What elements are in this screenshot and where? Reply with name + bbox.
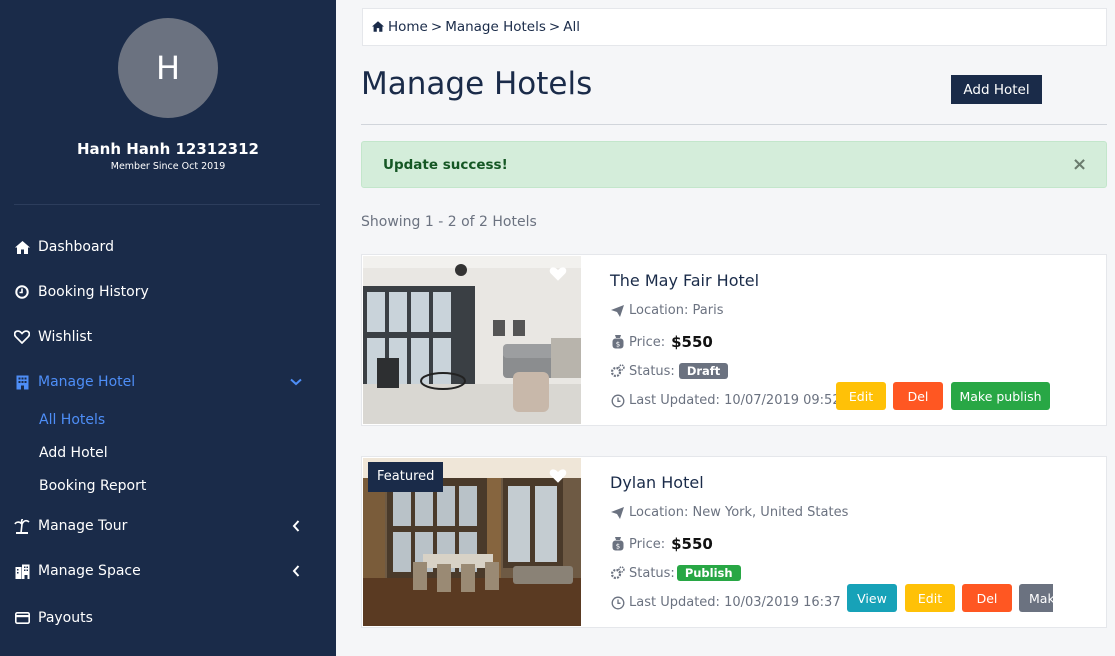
card-icon [14,610,30,626]
hotel-card: Featured Dylan Hotel Location: New York,… [361,456,1107,628]
hotel-name[interactable]: Dylan Hotel [610,473,704,492]
hotel-updated: Last Updated: 10/03/2019 16:37 [610,595,841,610]
status-label: Status: [629,565,675,581]
sidebar-item-label: Booking History [38,284,149,300]
breadcrumb-current: All [563,19,580,35]
sidebar-item-label: Dashboard [38,239,114,255]
delete-button[interactable]: Del [962,584,1012,612]
avatar-initial: H [155,49,181,87]
svg-text:$: $ [615,341,619,349]
price-label: Price: [629,536,666,552]
status-badge: Publish [676,565,741,581]
clock-icon [14,284,30,300]
chevron-down-icon[interactable] [288,374,304,390]
close-icon[interactable]: × [1072,156,1087,174]
chevron-left-icon[interactable] [288,518,304,534]
home-icon[interactable] [372,21,384,33]
paper-plane-icon [610,303,625,318]
gears-icon [610,566,625,581]
breadcrumb-home[interactable]: Home [388,19,428,35]
money-bag-icon: $ [610,537,625,552]
building-icon [14,374,30,390]
breadcrumb-separator: > [548,19,561,35]
location-value: Paris [692,303,724,318]
hotel-status: Status: Draft [610,363,729,379]
status-badge: Draft [678,363,729,379]
hotel-updated: Last Updated: 10/07/2019 09:52 [610,393,841,408]
sidebar: H Hanh Hanh 12312312 Member Since Oct 20… [0,0,336,656]
sidebar-item-label: Wishlist [38,329,93,345]
sidebar-item-payouts[interactable]: Payouts [14,606,314,630]
gears-icon [610,364,625,379]
sidebar-item-manage-space[interactable]: Manage Space [14,559,314,583]
updated-value: 10/07/2019 09:52 [724,393,841,408]
make-publish-button[interactable]: Make publish [951,382,1050,410]
updated-label: Last Updated: [629,393,720,408]
sidebar-item-label: Payouts [38,610,93,626]
price-label: Price: [629,334,666,350]
clock-icon [610,393,625,408]
delete-button[interactable]: Del [893,382,943,410]
member-since: Member Since Oct 2019 [110,161,226,172]
sidebar-item-label: Manage Hotel [38,374,136,390]
home-icon [14,239,30,255]
favorite-heart-icon[interactable] [549,266,567,282]
sidebar-subitem-all-hotels[interactable]: All Hotels [39,412,105,428]
location-label: Location: [629,303,689,318]
location-value: New York, United States [692,505,849,520]
sidebar-item-dashboard[interactable]: Dashboard [14,235,314,259]
favorite-heart-icon[interactable] [549,468,567,484]
hotel-card: The May Fair Hotel Location: Paris $ Pri… [361,254,1107,426]
sidebar-item-label: Manage Tour [38,518,128,534]
updated-value: 10/03/2019 16:37 [724,595,841,610]
success-alert: Update success! × [361,141,1107,188]
hotel-location: Location: New York, United States [610,505,848,520]
beach-icon [14,518,30,534]
sidebar-item-label: Manage Space [38,563,141,579]
view-button[interactable]: View [847,584,897,612]
sidebar-subitem-booking-report[interactable]: Booking Report [39,478,146,494]
hotel-photo[interactable]: Featured [363,458,581,626]
updated-label: Last Updated: [629,595,720,610]
svg-text:$: $ [615,543,619,551]
chevron-left-icon[interactable] [288,563,304,579]
add-hotel-button[interactable]: Add Hotel [951,75,1042,104]
sidebar-divider [14,204,320,205]
sidebar-item-manage-tour[interactable]: Manage Tour [14,514,314,538]
hotel-price: $ Price: $550 [610,535,713,553]
status-label: Status: [629,363,675,379]
user-name: Hanh Hanh 12312312 [76,140,259,158]
make-publish-button[interactable]: Mak [1019,584,1053,612]
edit-button[interactable]: Edit [836,382,886,410]
hotel-price: $ Price: $550 [610,333,713,351]
money-bag-icon: $ [610,335,625,350]
hotel-photo[interactable] [363,256,581,424]
sidebar-subitem-add-hotel[interactable]: Add Hotel [39,445,108,461]
clock-icon [610,595,625,610]
breadcrumb-section[interactable]: Manage Hotels [445,19,546,35]
heart-icon [14,329,30,345]
avatar[interactable]: H [118,18,218,118]
hotel-location: Location: Paris [610,303,723,318]
breadcrumb: Home > Manage Hotels > All [362,8,1107,46]
sidebar-item-booking-history[interactable]: Booking History [14,280,314,304]
sidebar-item-manage-hotel[interactable]: Manage Hotel [14,370,314,394]
results-count: Showing 1 - 2 of 2 Hotels [361,214,537,230]
paper-plane-icon [610,505,625,520]
breadcrumb-separator: > [430,19,443,35]
title-divider [361,124,1107,125]
alert-message: Update success! [383,156,508,173]
location-label: Location: [629,505,689,520]
hotel-status: Status: Publish [610,565,741,581]
price-value: $550 [671,535,713,553]
sidebar-item-wishlist[interactable]: Wishlist [14,325,314,349]
edit-button[interactable]: Edit [905,584,955,612]
featured-badge: Featured [368,462,444,492]
building-icon [14,563,30,579]
price-value: $550 [671,333,713,351]
hotel-name[interactable]: The May Fair Hotel [610,271,759,290]
page-title: Manage Hotels [361,66,593,102]
